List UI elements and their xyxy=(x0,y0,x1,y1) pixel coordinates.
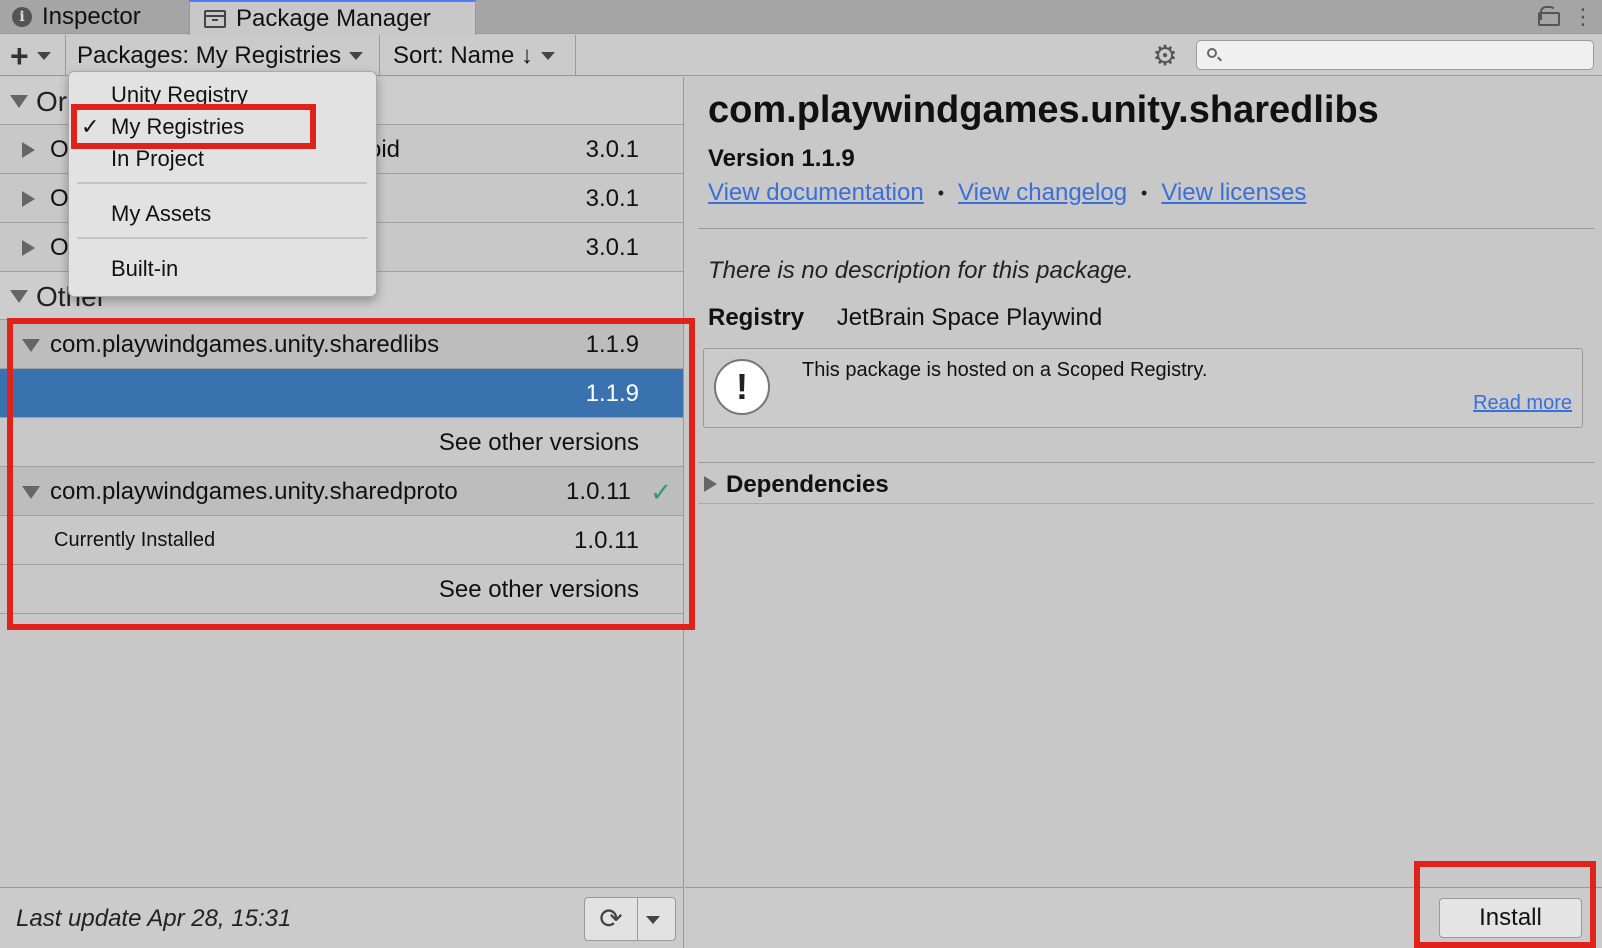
refresh-button-group: ⟳ xyxy=(584,897,676,941)
chevron-down-icon xyxy=(646,916,660,924)
warning-icon: ! xyxy=(714,359,770,415)
refresh-options-button[interactable] xyxy=(638,898,675,940)
tab-package-manager[interactable]: Package Manager xyxy=(189,0,476,35)
tab-package-manager-label: Package Manager xyxy=(236,4,431,32)
read-more-link[interactable]: Read more xyxy=(1473,392,1572,415)
search-icon xyxy=(1207,48,1217,58)
toolbar: + Packages: My Registries Sort: Name ↓ ⚙ xyxy=(0,35,1602,76)
registry-key: Registry xyxy=(708,304,805,331)
packages-filter-label: Packages: My Registries xyxy=(77,41,342,69)
expand-icon xyxy=(704,476,717,492)
package-version: 3.0.1 xyxy=(585,234,639,261)
registry-value: JetBrain Space Playwind xyxy=(836,304,1103,331)
annotation-box-install xyxy=(1414,861,1596,948)
more-options-icon[interactable]: ⋮ xyxy=(1572,6,1594,28)
lock-icon[interactable] xyxy=(1538,6,1560,26)
search-input[interactable] xyxy=(1196,40,1594,70)
expand-icon xyxy=(22,191,35,207)
sort-label: Sort: Name ↓ xyxy=(393,41,534,69)
annotation-box-my-registries xyxy=(71,104,316,149)
package-version: 3.0.1 xyxy=(585,136,639,163)
tab-inspector-label: Inspector xyxy=(42,3,141,30)
package-name: O xyxy=(50,234,69,261)
menu-item-my-assets[interactable]: My Assets xyxy=(69,199,376,229)
menu-separator xyxy=(77,182,367,184)
packages-filter-dropdown[interactable]: Packages: My Registries xyxy=(66,35,380,76)
menu-item-label: My Assets xyxy=(111,201,212,226)
package-links: View documentation • View changelog • Vi… xyxy=(708,179,1306,207)
package-name: O xyxy=(50,136,69,163)
divider xyxy=(698,228,1594,229)
package-details: com.playwindgames.unity.sharedlibs Versi… xyxy=(685,77,1602,887)
package-name: O xyxy=(50,185,69,212)
info-icon: i xyxy=(12,7,32,27)
refresh-button[interactable]: ⟳ xyxy=(585,898,638,940)
group-label: Or xyxy=(36,86,68,117)
package-description: There is no description for this package… xyxy=(708,257,1134,284)
list-footer: Last update Apr 28, 15:31 ⟳ xyxy=(0,887,684,948)
package-version-label: Version 1.1.9 xyxy=(708,145,855,172)
add-package-button[interactable]: + xyxy=(0,35,66,76)
view-documentation-link[interactable]: View documentation xyxy=(708,179,924,207)
menu-item-label: In Project xyxy=(111,146,204,171)
chevron-down-icon xyxy=(541,51,556,60)
last-update-label: Last update Apr 28, 15:31 xyxy=(16,905,292,932)
expand-icon xyxy=(22,240,35,256)
window-tab-bar: i Inspector Package Manager ⋮ xyxy=(0,0,1602,35)
menu-item-built-in[interactable]: Built-in xyxy=(69,254,376,284)
plus-icon: + xyxy=(10,37,29,74)
expand-icon xyxy=(22,142,35,158)
registry-info: Registry JetBrain Space Playwind xyxy=(708,304,1102,332)
gear-icon[interactable]: ⚙ xyxy=(1152,42,1178,70)
menu-separator xyxy=(77,237,367,239)
view-licenses-link[interactable]: View licenses xyxy=(1161,179,1306,207)
dependencies-label: Dependencies xyxy=(726,471,889,498)
scoped-registry-notice: ! This package is hosted on a Scoped Reg… xyxy=(703,348,1583,428)
separator-dot: • xyxy=(1141,182,1148,203)
package-icon xyxy=(204,9,226,28)
dependencies-foldout[interactable]: Dependencies xyxy=(698,462,1594,504)
collapse-icon xyxy=(10,95,28,108)
sort-dropdown[interactable]: Sort: Name ↓ xyxy=(381,35,576,76)
menu-item-label: Built-in xyxy=(111,256,179,281)
separator-dot: • xyxy=(937,182,945,203)
view-changelog-link[interactable]: View changelog xyxy=(958,179,1127,207)
notice-text: This package is hosted on a Scoped Regis… xyxy=(802,359,1208,381)
package-title: com.playwindgames.unity.sharedlibs xyxy=(708,89,1379,131)
annotation-box-package-list xyxy=(7,318,695,630)
collapse-icon xyxy=(10,290,28,303)
chevron-down-icon xyxy=(349,51,364,60)
tab-inspector[interactable]: i Inspector xyxy=(12,0,187,34)
package-version: 3.0.1 xyxy=(585,185,639,212)
chevron-down-icon xyxy=(36,51,51,60)
